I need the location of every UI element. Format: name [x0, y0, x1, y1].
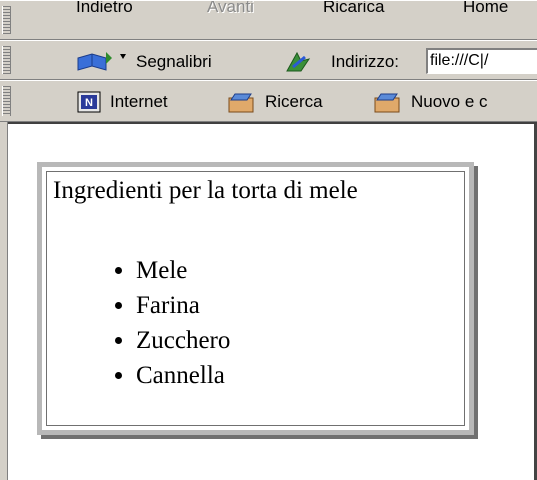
folder-icon — [228, 93, 254, 113]
folder-icon — [374, 93, 400, 113]
netscape-icon: N — [77, 91, 101, 113]
back-button[interactable]: Indietro — [76, 1, 133, 17]
navigation-toolbar: Indietro Avanti Ricarica Home — [0, 0, 537, 40]
svg-text:N: N — [85, 97, 93, 109]
bookmarks-button[interactable]: Segnalibri — [76, 49, 212, 75]
list-item: Cannella — [136, 358, 230, 393]
browser-window: Indietro Avanti Ricarica Home Segnalibri… — [0, 0, 537, 480]
address-label: Indirizzo: — [331, 52, 400, 71]
toolbar-grip[interactable] — [2, 86, 11, 116]
internet-label: Internet — [110, 92, 168, 111]
page-proxy-icon[interactable] — [283, 49, 313, 75]
toolbar-grip[interactable] — [2, 46, 11, 74]
internet-button[interactable]: N Internet — [76, 89, 168, 115]
ingredient-list: Mele Farina Zucchero Cannella — [100, 253, 230, 393]
ricerca-label: Ricerca — [265, 92, 323, 111]
personal-toolbar: N Internet Ricerca Nuovo e c — [0, 80, 537, 122]
reload-button[interactable]: Ricarica — [323, 1, 384, 17]
ingredients-table: Ingredienti per la torta di mele Mele Fa… — [37, 162, 474, 435]
forward-button[interactable]: Avanti — [207, 1, 254, 17]
ricerca-button[interactable]: Ricerca — [227, 89, 323, 115]
nuovo-label: Nuovo e c — [411, 92, 488, 111]
toolbar-grip[interactable] — [2, 6, 11, 34]
bookmarks-icon — [77, 52, 126, 71]
address-field[interactable]: file:///C|/ — [426, 48, 537, 74]
recipe-heading: Ingredienti per la torta di mele — [53, 177, 358, 204]
list-item: Mele — [136, 253, 230, 288]
list-item: Farina — [136, 288, 230, 323]
content-border — [0, 122, 537, 124]
bookmarks-label: Segnalibri — [136, 52, 212, 71]
home-button[interactable]: Home — [463, 1, 508, 17]
nuovo-button[interactable]: Nuovo e c — [373, 89, 488, 115]
sidebar-edge — [0, 122, 8, 480]
location-toolbar: Segnalibri Indirizzo: file:///C|/ — [0, 40, 537, 80]
list-item: Zucchero — [136, 323, 230, 358]
